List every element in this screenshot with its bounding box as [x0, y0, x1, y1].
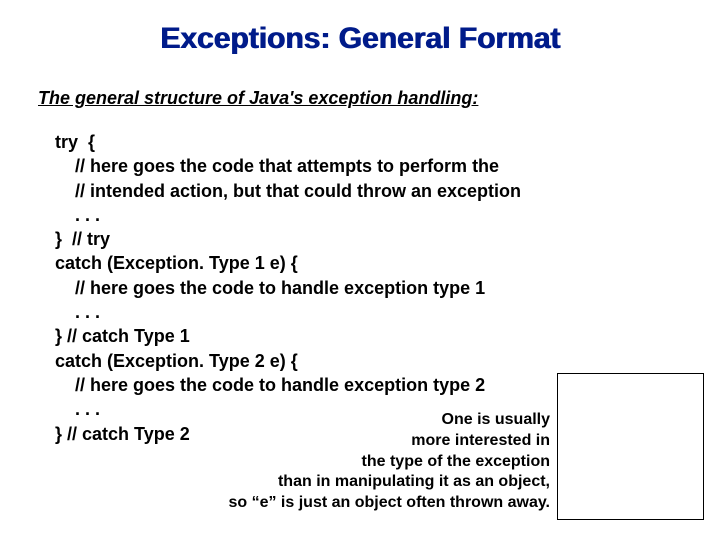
code-block: try { // here goes the code that attempt… [55, 130, 521, 446]
note-text: One is usually more interested in the ty… [228, 410, 550, 514]
slide-title: Exceptions: General Format [0, 22, 720, 56]
slide-subtitle: The general structure of Java's exceptio… [38, 88, 478, 109]
note-box [557, 373, 704, 520]
slide: Exceptions: General Format The general s… [0, 0, 720, 540]
